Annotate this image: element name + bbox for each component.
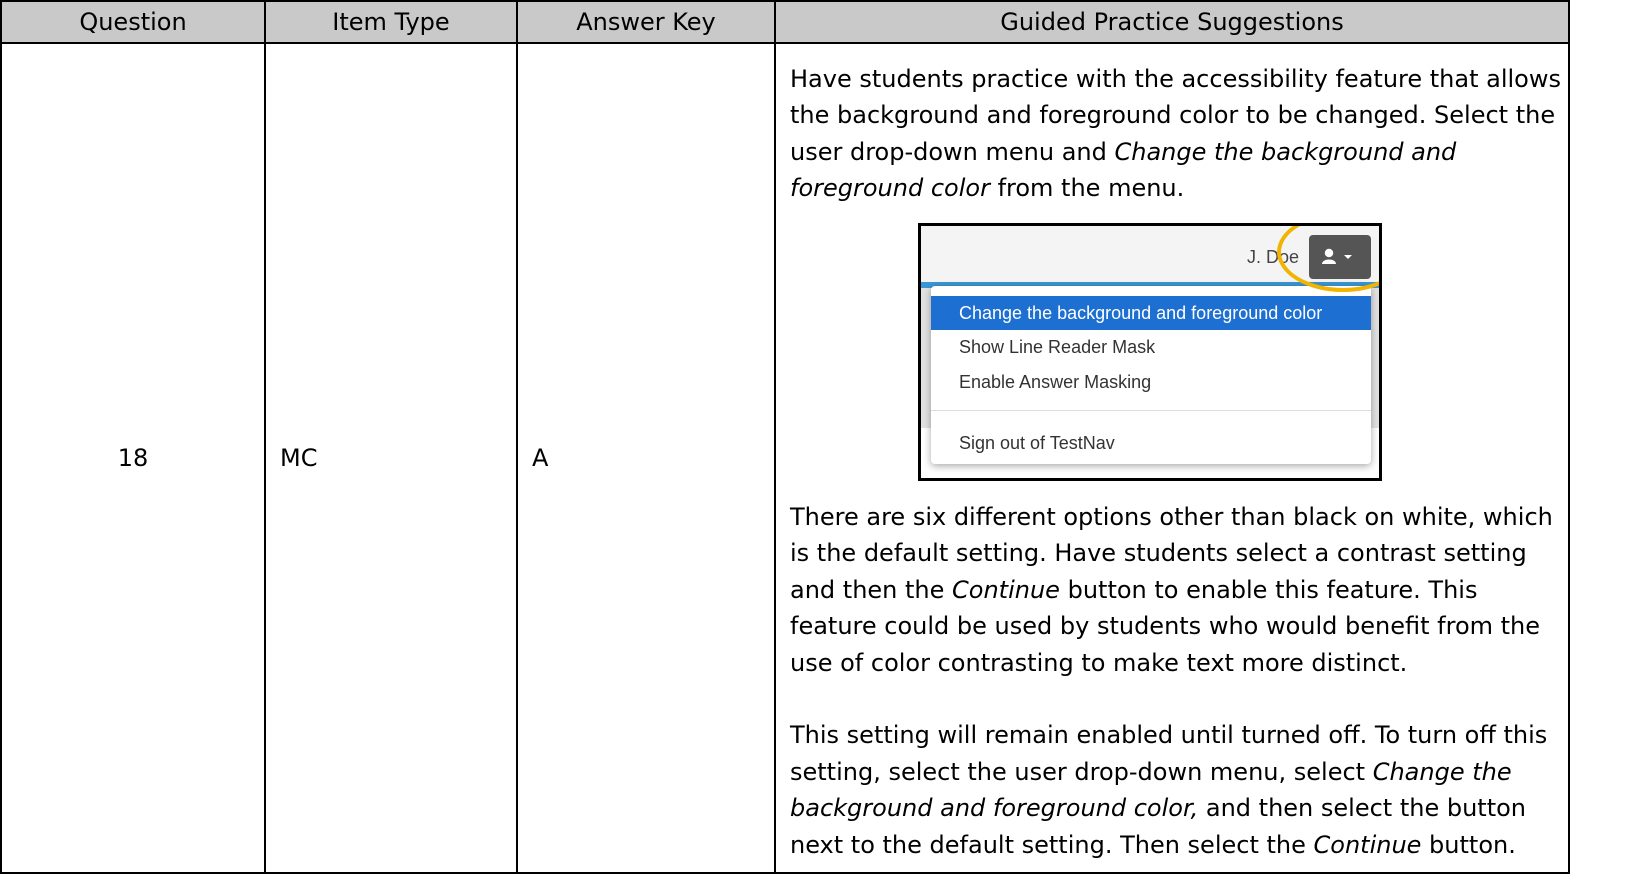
header-guided-practice: Guided Practice Suggestions bbox=[774, 0, 1570, 44]
header-row: Question Item Type Answer Key Guided Pra… bbox=[0, 0, 1570, 44]
menu-divider bbox=[931, 409, 1371, 411]
header-answer-key: Answer Key bbox=[516, 0, 776, 44]
guided-practice-table: Question Item Type Answer Key Guided Pra… bbox=[0, 0, 1570, 874]
header-question: Question bbox=[0, 0, 266, 44]
guided-practice-cell: Have students practice with the accessib… bbox=[774, 42, 1570, 874]
menu-item-answer-masking[interactable]: Enable Answer Masking bbox=[931, 365, 1371, 399]
instruction-paragraph-3: This setting will remain enabled until t… bbox=[790, 721, 1548, 859]
menu-screenshot: J. Doe Change the background and foregro… bbox=[918, 222, 1382, 481]
item-type: MC bbox=[264, 42, 518, 874]
answer-key: A bbox=[516, 42, 776, 874]
header-item-type: Item Type bbox=[264, 0, 518, 44]
instruction-paragraph-1: Have students practice with the accessib… bbox=[790, 64, 1561, 203]
menu-item-change-color[interactable]: Change the background and foreground col… bbox=[931, 295, 1371, 330]
menu-item-sign-out[interactable]: Sign out of TestNav bbox=[931, 426, 1371, 460]
table-row: 18 MC A Have students practice with the … bbox=[0, 42, 1570, 874]
menu-screenshot-figure: J. Doe Change the background and foregro… bbox=[790, 207, 1562, 499]
question-number: 18 bbox=[0, 42, 266, 874]
user-dropdown-menu: Change the background and foreground col… bbox=[931, 285, 1371, 464]
menu-item-line-reader[interactable]: Show Line Reader Mask bbox=[931, 330, 1371, 364]
instruction-paragraph-2: There are six different options other th… bbox=[790, 502, 1553, 677]
